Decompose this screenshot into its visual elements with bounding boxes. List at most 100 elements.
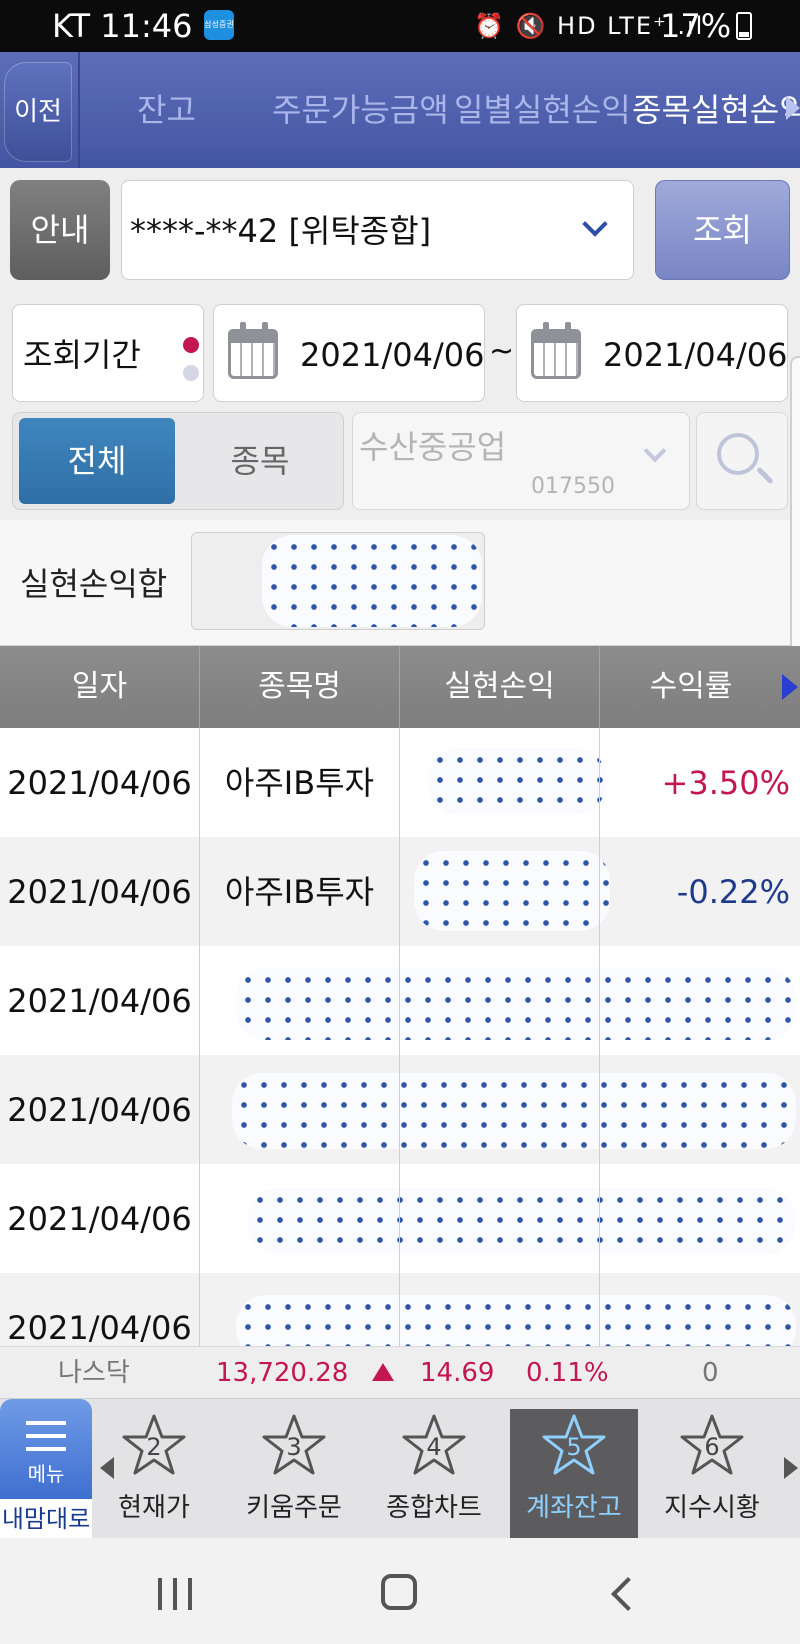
tab-number: 3 — [286, 1433, 302, 1461]
menu-button[interactable]: 메뉴 내맘대로 — [0, 1399, 92, 1539]
more-columns-arrow-icon[interactable] — [782, 674, 798, 700]
table-row[interactable]: 2021/04/06 — [0, 1164, 800, 1273]
search-button[interactable] — [696, 412, 788, 510]
top-nav: 이전 잔고 주문가능금액 일별실현손익 종목실현손익 — [0, 52, 800, 168]
tab-balance[interactable]: 잔고 — [137, 88, 196, 132]
search-icon — [717, 433, 759, 475]
scope-stock-button[interactable]: 종목 — [185, 418, 335, 504]
table-row[interactable]: 2021/04/06 — [0, 1273, 800, 1346]
stock-name: 수산중공업 — [359, 428, 507, 466]
cell-date: 2021/04/06 — [7, 982, 192, 1020]
account-number: ****-**42 [위탁종합] — [130, 212, 432, 250]
column-header-return-rate[interactable]: 수익률 — [600, 646, 782, 728]
back-icon[interactable] — [611, 1577, 645, 1611]
tab-daily-realized-pnl[interactable]: 일별실현손익 — [454, 88, 631, 132]
tab-orderable-amount[interactable]: 주문가능금액 — [272, 88, 449, 132]
date-separator: ~ — [489, 334, 515, 369]
redacted-value — [414, 851, 610, 931]
guide-button[interactable]: 안내 — [10, 180, 110, 280]
redacted-value — [262, 535, 482, 627]
column-header-realized-pnl[interactable]: 실현손익 — [400, 646, 599, 728]
redacted-value — [248, 1188, 796, 1254]
column-divider — [399, 728, 400, 1346]
table-row[interactable]: 2021/04/06 아주IB투자 -0.22% — [0, 837, 800, 946]
cell-stock-name: 아주IB투자 — [224, 873, 375, 911]
tab-label: 계좌잔고 — [526, 1493, 622, 1523]
redacted-value — [236, 968, 796, 1040]
home-icon[interactable] — [381, 1574, 417, 1610]
ticker-index-name: 나스닥 — [58, 1358, 130, 1388]
column-header-date[interactable]: 일자 — [0, 646, 199, 728]
menu-label: 메뉴 — [27, 1462, 65, 1486]
table-body[interactable]: 2021/04/06 아주IB투자 +3.50% 2021/04/06 아주IB… — [0, 728, 800, 1346]
period-row: 조회기간 2021/04/06 ~ 2021/04/06 — [0, 292, 800, 402]
tab-index-market[interactable]: 6 지수시황 — [648, 1399, 776, 1539]
table-row[interactable]: 2021/04/06 — [0, 1055, 800, 1164]
stock-select[interactable]: 수산중공업 017550 — [352, 412, 690, 510]
account-row: 안내 ****-**42 [위탁종합] 조회 — [0, 168, 800, 292]
tab-number: 5 — [566, 1433, 582, 1461]
recent-apps-icon[interactable] — [158, 1578, 194, 1610]
bottom-tab-bar: 메뉴 내맘대로 2 현재가 3 키움주문 4 종합차트 5 계좌잔고 6 지수시… — [0, 1398, 800, 1539]
ticker-percent: 0.11% — [526, 1358, 609, 1388]
end-date-field[interactable]: 2021/04/06 — [516, 304, 788, 402]
battery-icon — [736, 12, 752, 40]
tab-kiwoom-order[interactable]: 3 키움주문 — [230, 1399, 358, 1539]
redacted-value — [428, 748, 606, 814]
system-nav-bar — [0, 1538, 800, 1644]
tab-label: 종합차트 — [386, 1493, 482, 1523]
start-date-field[interactable]: 2021/04/06 — [213, 304, 485, 402]
ticker-value: 13,720.28 — [216, 1358, 349, 1388]
account-select[interactable]: ****-**42 [위탁종합] — [121, 180, 634, 280]
scope-segmented-control: 전체 종목 — [12, 412, 344, 510]
calendar-icon — [228, 322, 278, 379]
up-arrow-icon — [372, 1363, 394, 1381]
column-header-stock[interactable]: 종목명 — [200, 646, 399, 728]
tab-stock-realized-pnl[interactable]: 종목실현손익 — [632, 88, 800, 132]
ticker-change: 14.69 — [420, 1358, 495, 1388]
nav-divider — [78, 52, 80, 168]
chevron-down-icon — [643, 439, 667, 463]
back-button[interactable]: 이전 — [4, 62, 72, 162]
summary-row: 실현손익합 — [0, 520, 790, 646]
start-date: 2021/04/06 — [300, 336, 485, 374]
tab-current-price[interactable]: 2 현재가 — [90, 1399, 218, 1539]
status-bar: KT 11:46 삼성증권 ⏰ 🔇 HD LTE⁺ .ıl 17% — [0, 0, 800, 52]
tab-account-balance[interactable]: 5 계좌잔고 — [510, 1409, 638, 1539]
menu-tile: 메뉴 — [0, 1399, 92, 1499]
tab-scroll-right-icon[interactable] — [786, 96, 800, 120]
period-indicator-inactive-icon — [183, 365, 199, 381]
battery-percent: 17% — [660, 7, 732, 45]
period-toggle[interactable]: 조회기간 — [12, 304, 204, 402]
cell-stock-name: 아주IB투자 — [224, 764, 375, 802]
tab-scroll-right-icon[interactable] — [784, 1457, 798, 1479]
realized-pnl-total-value — [191, 532, 485, 630]
period-label: 조회기간 — [23, 336, 141, 374]
cell-date: 2021/04/06 — [7, 1309, 192, 1346]
index-ticker[interactable]: 나스닥 13,720.28 14.69 0.11% 0 — [0, 1346, 800, 1398]
cell-date: 2021/04/06 — [7, 1091, 192, 1129]
period-indicator-active-icon — [183, 337, 199, 353]
redacted-value — [232, 1073, 796, 1149]
hamburger-icon — [26, 1421, 66, 1451]
table-header: 일자 종목명 실현손익 수익률 — [0, 646, 800, 728]
table-row[interactable]: 2021/04/06 — [0, 946, 800, 1055]
tab-composite-chart[interactable]: 4 종합차트 — [370, 1399, 498, 1539]
redacted-value — [236, 1295, 796, 1346]
stock-code: 017550 — [531, 474, 615, 499]
custom-menu-label: 내맘대로 — [0, 1499, 92, 1539]
query-button[interactable]: 조회 — [655, 180, 790, 280]
tab-number: 2 — [146, 1433, 162, 1461]
filter-row: 전체 종목 수산중공업 017550 — [0, 402, 800, 520]
scope-all-button[interactable]: 전체 — [19, 418, 175, 504]
end-date: 2021/04/06 — [603, 336, 788, 374]
calendar-icon — [531, 322, 581, 379]
tab-label: 지수시황 — [664, 1493, 760, 1523]
column-divider — [599, 728, 600, 1346]
tab-label: 현재가 — [118, 1493, 190, 1523]
column-divider — [199, 728, 200, 1346]
table-row[interactable]: 2021/04/06 아주IB투자 +3.50% — [0, 728, 800, 837]
chevron-down-icon — [582, 211, 608, 237]
cell-date: 2021/04/06 — [7, 873, 192, 911]
panel-scroll-edge — [790, 356, 800, 646]
